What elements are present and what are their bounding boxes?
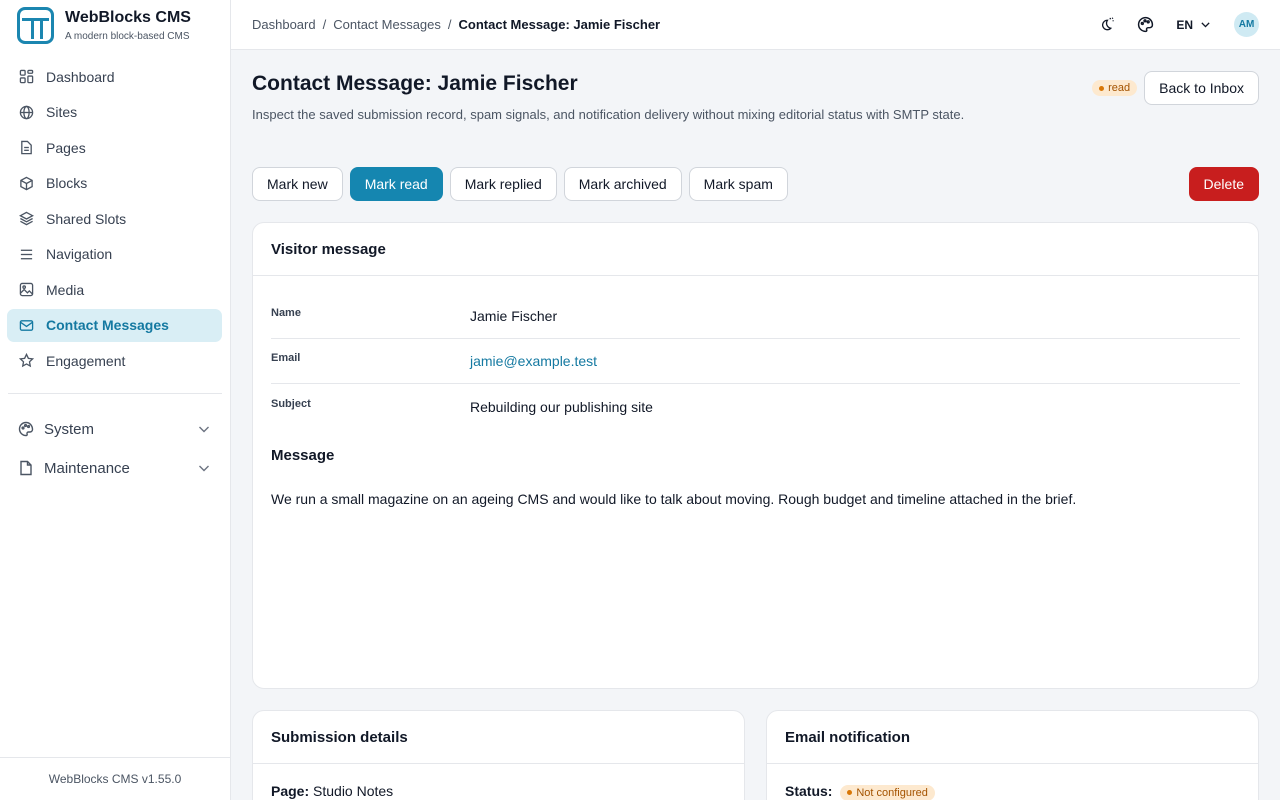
sidebar-item-label: Dashboard: [46, 68, 115, 85]
image-icon: [19, 282, 34, 297]
document-icon: [21, 140, 32, 155]
file-icon: [20, 460, 32, 476]
brand-title: WebBlocks CMS: [65, 8, 191, 26]
email-notification-card: Email notification Status: Not configure…: [766, 710, 1259, 800]
mark-replied-button[interactable]: Mark replied: [449, 167, 557, 201]
sidebar-group-label: System: [44, 420, 95, 438]
status-dot-icon: [847, 790, 853, 795]
field-name: Name Jamie Fischer: [271, 294, 1240, 339]
sidebar-item-label: Engagement: [46, 352, 126, 369]
breadcrumb-dashboard[interactable]: Dashboard: [252, 17, 316, 32]
topbar: Dashboard / Contact Messages / Contact M…: [231, 0, 1280, 50]
sidebar-item-label: Blocks: [46, 175, 88, 191]
message-body: We run a small magazine on an ageing CMS…: [271, 491, 1077, 507]
card-title: Submission details: [253, 711, 744, 764]
theme-toggle-icon[interactable]: [1098, 16, 1115, 33]
sidebar-group-system[interactable]: System: [7, 412, 222, 446]
page-title: Contact Message: Jamie Fischer: [252, 72, 578, 95]
visitor-name: Jamie Fischer: [470, 308, 558, 324]
sidebar-item-label: Pages: [46, 139, 86, 156]
sidebar-item-label: Media: [46, 281, 85, 298]
sidebar-group-label: Maintenance: [44, 459, 130, 477]
visitor-message-card: Visitor message Name Jamie Fischer Email…: [252, 222, 1259, 689]
status-actions: Mark new Mark read Mark replied Mark arc…: [252, 167, 1259, 201]
submission-details-card: Submission details Page: Studio Notes: [252, 710, 745, 800]
field-email: Email jamie@example.test: [271, 339, 1240, 384]
sidebar-item-label: Navigation: [46, 246, 113, 262]
sidebar-item-sites[interactable]: Sites: [7, 96, 222, 129]
chevron-down-icon: [199, 426, 209, 433]
sidebar-item-engagement[interactable]: Engagement: [7, 344, 222, 377]
version-label: WebBlocks CMS v1.55.0: [0, 757, 230, 800]
visitor-subject: Rebuilding our publishing site: [470, 398, 653, 415]
mark-new-button[interactable]: Mark new: [252, 167, 343, 201]
breadcrumb-current: Contact Message: Jamie Fischer: [458, 17, 661, 32]
star-icon: [19, 353, 34, 368]
field-label: Email: [271, 352, 301, 364]
delete-button[interactable]: Delete: [1188, 167, 1259, 201]
status-badge: read: [1092, 80, 1138, 96]
palette-icon[interactable]: [1137, 16, 1154, 33]
menu-icon: [20, 249, 33, 259]
page-subtitle: Inspect the saved submission record, spa…: [252, 107, 965, 122]
breadcrumb-separator: /: [322, 17, 327, 32]
sidebar-item-shared-slots[interactable]: Shared Slots: [7, 202, 222, 235]
globe-icon: [19, 105, 34, 119]
sidebar: WebBlocks CMS A modern block-based CMS D…: [0, 0, 231, 800]
sidebar-group-maintenance[interactable]: Maintenance: [7, 451, 222, 485]
sidebar-item-dashboard[interactable]: Dashboard: [7, 60, 222, 93]
notification-status-value: Not configured: [856, 786, 928, 799]
sidebar-item-label: Contact Messages: [46, 317, 169, 333]
mail-icon: [19, 319, 34, 331]
main-content: Contact Message: Jamie Fischer Inspect t…: [231, 50, 1280, 800]
visitor-email-link[interactable]: jamie@example.test: [470, 353, 597, 369]
avatar[interactable]: AM: [1234, 12, 1259, 37]
sidebar-item-blocks[interactable]: Blocks: [7, 167, 222, 200]
sidebar-item-navigation[interactable]: Navigation: [7, 238, 222, 271]
mark-spam-button[interactable]: Mark spam: [688, 167, 788, 201]
field-subject: Subject Rebuilding our publishing site: [271, 384, 1240, 429]
sidebar-divider: [8, 393, 222, 394]
layers-icon: [19, 211, 34, 226]
sidebar-item-contact-messages[interactable]: Contact Messages: [7, 308, 222, 342]
mark-archived-button[interactable]: Mark archived: [563, 167, 682, 201]
breadcrumb: Dashboard / Contact Messages / Contact M…: [252, 17, 1098, 32]
page-label: Page:: [271, 783, 310, 799]
message-heading: Message: [271, 447, 335, 464]
sidebar-nav: Dashboard Sites Pages Blocks Shared Slot…: [0, 50, 230, 485]
field-label: Name: [271, 307, 301, 319]
sidebar-item-media[interactable]: Media: [7, 273, 222, 306]
brand[interactable]: WebBlocks CMS A modern block-based CMS: [0, 0, 230, 50]
chevron-down-icon: [199, 465, 209, 472]
brand-subtitle: A modern block-based CMS: [65, 30, 190, 42]
status-badge-label: read: [1108, 82, 1131, 94]
mark-read-button[interactable]: Mark read: [349, 167, 443, 201]
sidebar-item-pages[interactable]: Pages: [7, 131, 222, 164]
logo-icon: [17, 6, 54, 44]
status-dot-icon: [1099, 85, 1105, 91]
page-value: Studio Notes: [313, 783, 394, 799]
language-selector[interactable]: EN: [1176, 18, 1212, 32]
sidebar-item-label: Shared Slots: [46, 210, 127, 227]
language-label: EN: [1176, 17, 1193, 32]
field-label: Subject: [271, 397, 311, 410]
back-to-inbox-button[interactable]: Back to Inbox: [1144, 71, 1259, 105]
chevron-down-icon: [1201, 22, 1210, 28]
palette-icon: [18, 421, 34, 437]
cube-icon: [20, 176, 33, 190]
sidebar-item-label: Sites: [46, 104, 78, 120]
breadcrumb-separator: /: [447, 17, 452, 32]
grid-icon: [19, 69, 34, 84]
card-title: Visitor message: [253, 223, 1258, 276]
notification-status-badge: Not configured: [840, 784, 935, 800]
card-title: Email notification: [767, 711, 1258, 764]
status-label: Status:: [785, 783, 833, 799]
breadcrumb-contact-messages[interactable]: Contact Messages: [333, 17, 441, 32]
